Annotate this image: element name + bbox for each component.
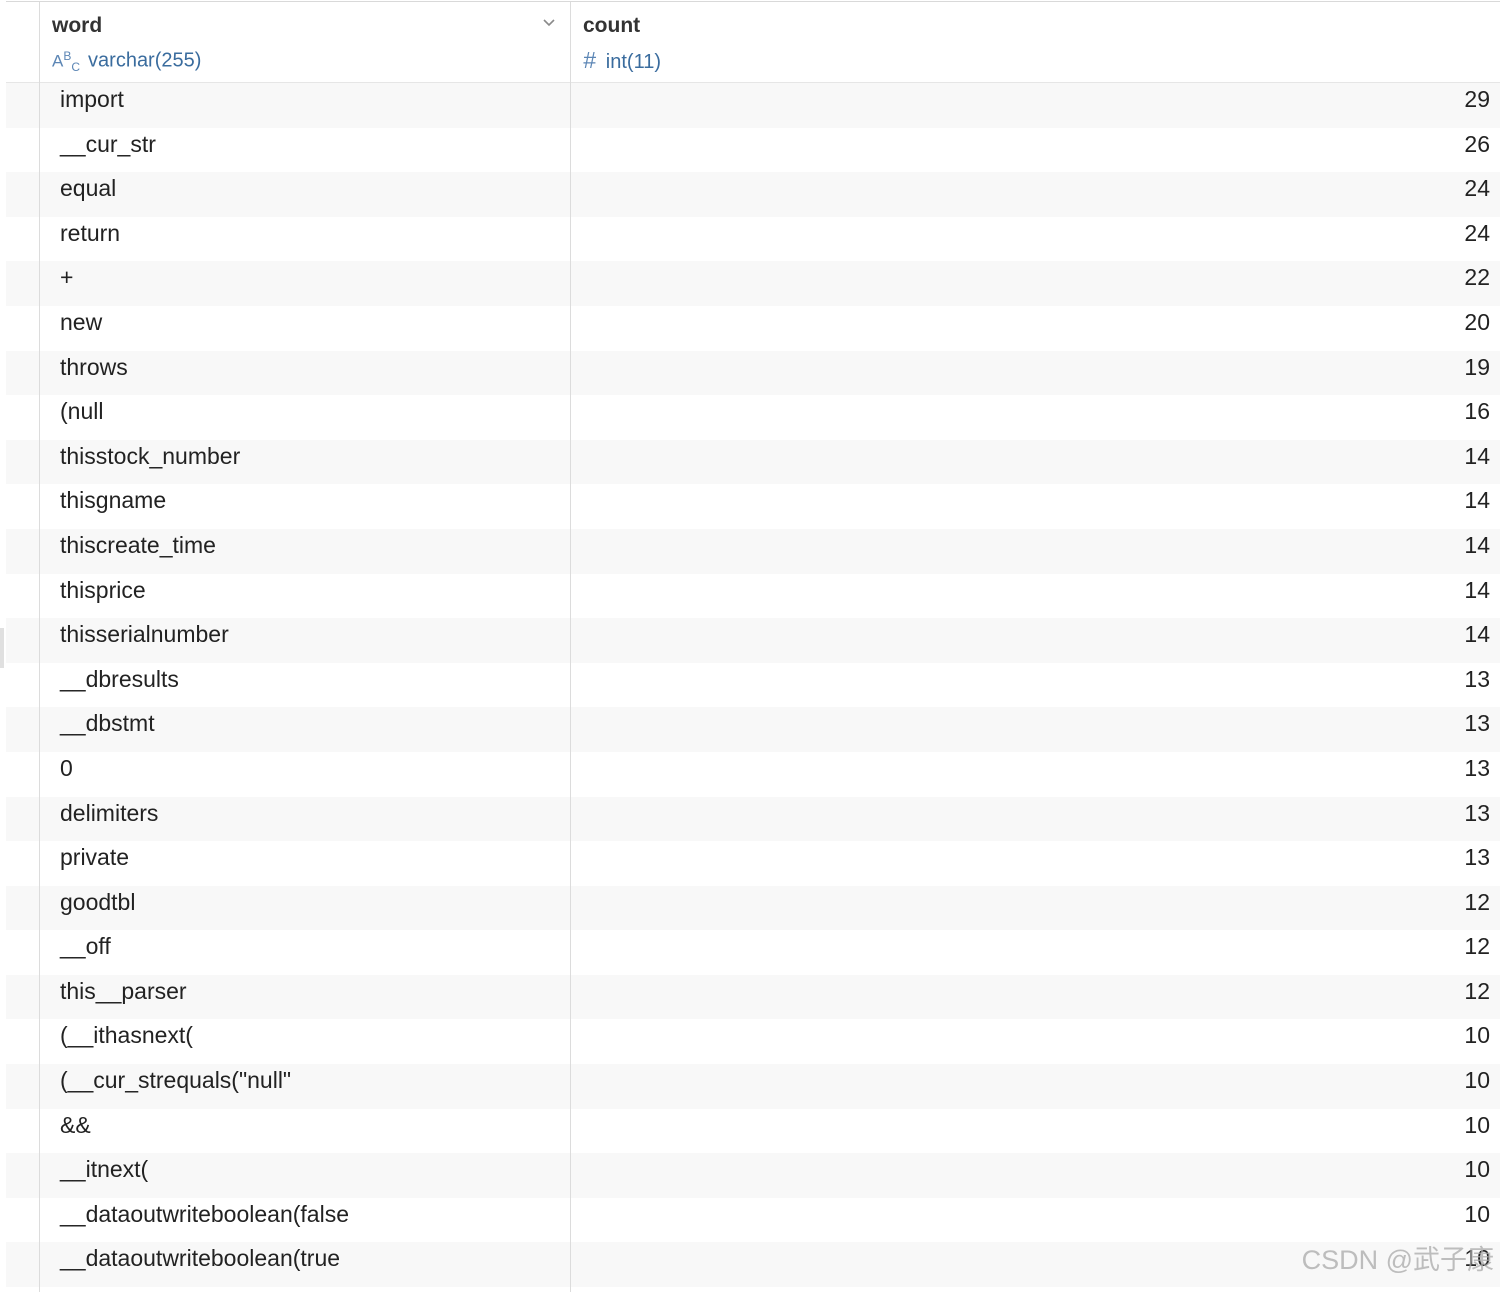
table-row[interactable]: __itnext( 10: [6, 1153, 1500, 1198]
cell-count[interactable]: 10: [1464, 1019, 1490, 1064]
column-divider[interactable]: [570, 2, 571, 1292]
table-row[interactable]: +22: [6, 261, 1500, 306]
column-name-count: count: [583, 14, 641, 37]
table-row[interactable]: __dataoutwriteboolean(true 10: [6, 1242, 1500, 1288]
cell-word[interactable]: (null: [60, 395, 103, 440]
cell-word[interactable]: thisprice: [60, 574, 146, 619]
cell-count[interactable]: 14: [1464, 484, 1490, 529]
result-grid: word ABC varchar(255) count # int(11) impo…: [6, 1, 1500, 1292]
column-name-word: word: [52, 14, 103, 37]
cell-word[interactable]: return: [60, 217, 120, 262]
column-header-count[interactable]: count # int(11): [570, 2, 1500, 82]
column-header-word[interactable]: word ABC varchar(255): [6, 2, 570, 82]
cell-word[interactable]: +: [60, 261, 73, 306]
grid-rows: import 29 __cur_str 26 equal 24 return 24 +22 new…: [6, 83, 1500, 1288]
cell-word[interactable]: (__ithasnext(: [60, 1019, 193, 1064]
cell-count[interactable]: 22: [1464, 261, 1490, 306]
column-type-count: # int(11): [583, 47, 661, 74]
cell-word[interactable]: (__cur_strequals("null": [60, 1064, 291, 1109]
cell-word[interactable]: equal: [60, 172, 116, 217]
table-row[interactable]: (__cur_strequals("null" 10: [6, 1064, 1500, 1109]
table-row[interactable]: __off 12: [6, 930, 1500, 975]
cell-word[interactable]: 0: [60, 752, 73, 797]
table-row[interactable]: private 13: [6, 841, 1500, 886]
table-row[interactable]: thiscreate_time 14: [6, 528, 1500, 574]
cell-count[interactable]: 24: [1464, 217, 1490, 262]
cell-word[interactable]: thisstock_number: [60, 440, 240, 485]
cell-word[interactable]: __off: [60, 930, 111, 975]
table-row[interactable]: import 29: [6, 83, 1500, 128]
table-row[interactable]: __dbstmt 13: [6, 707, 1500, 752]
cell-count[interactable]: 12: [1464, 975, 1490, 1020]
cell-count[interactable]: 26: [1464, 128, 1490, 173]
chevron-down-icon[interactable]: [542, 16, 556, 30]
cell-word[interactable]: this__parser: [60, 975, 187, 1020]
cell-word[interactable]: __dbresults: [60, 663, 179, 708]
cell-count[interactable]: 10: [1464, 1109, 1490, 1154]
cell-count[interactable]: 12: [1464, 930, 1490, 975]
abc-text-icon: ABC: [52, 49, 81, 75]
cell-count[interactable]: 13: [1464, 797, 1490, 842]
table-row[interactable]: this__parser 12: [6, 974, 1500, 1020]
cell-count[interactable]: 29: [1464, 83, 1490, 128]
column-type-word: ABC varchar(255): [52, 49, 201, 74]
table-row[interactable]: thisprice 14: [6, 574, 1500, 619]
table-row[interactable]: delimiters 13: [6, 796, 1500, 842]
cell-count[interactable]: 13: [1464, 707, 1490, 752]
cell-count[interactable]: 14: [1464, 440, 1490, 485]
table-row[interactable]: thisserialnumber 14: [6, 618, 1500, 663]
column-type-count-label: int(11): [605, 51, 662, 73]
cell-count[interactable]: 13: [1464, 841, 1490, 886]
table-row[interactable]: __dbresults 13: [6, 663, 1500, 708]
table-row[interactable]: new 20: [6, 306, 1500, 351]
cell-word[interactable]: delimiters: [60, 797, 158, 842]
table-row[interactable]: throws 19: [6, 350, 1500, 396]
table-row[interactable]: __dataoutwriteboolean(false 10: [6, 1198, 1500, 1243]
row-number-divider: [39, 2, 40, 1292]
cell-word[interactable]: __itnext(: [60, 1153, 148, 1198]
cell-word[interactable]: __dbstmt: [60, 707, 155, 752]
cell-count[interactable]: 16: [1464, 395, 1490, 440]
table-row[interactable]: thisstock_number 14: [6, 439, 1500, 485]
grid-header: word ABC varchar(255) count # int(11): [6, 2, 1500, 83]
cell-count[interactable]: 19: [1464, 351, 1490, 396]
cell-word[interactable]: thisgname: [60, 484, 166, 529]
watermark: CSDN @武子康: [1301, 1245, 1494, 1275]
hash-number-icon: #: [583, 47, 596, 73]
cell-count[interactable]: 10: [1464, 1064, 1490, 1109]
cell-word[interactable]: import: [60, 83, 124, 128]
table-row[interactable]: (null 16: [6, 395, 1500, 440]
table-row[interactable]: equal 24: [6, 172, 1500, 217]
cell-word[interactable]: thiscreate_time: [60, 529, 216, 574]
cell-count[interactable]: 14: [1464, 618, 1490, 663]
cell-count[interactable]: 12: [1464, 886, 1490, 931]
cell-word[interactable]: throws: [60, 351, 128, 396]
table-row[interactable]: 0 13: [6, 752, 1500, 797]
cell-word[interactable]: thisserialnumber: [60, 618, 229, 663]
cell-count[interactable]: 10: [1464, 1198, 1490, 1243]
cell-count[interactable]: 14: [1464, 529, 1490, 574]
cell-word[interactable]: __dataoutwriteboolean(false: [60, 1198, 349, 1243]
table-row[interactable]: (__ithasnext( 10: [6, 1019, 1500, 1064]
table-row[interactable]: && 10: [6, 1109, 1500, 1154]
cell-word[interactable]: new: [60, 306, 102, 351]
column-type-word-label: varchar(255): [88, 49, 202, 72]
cell-word[interactable]: __dataoutwriteboolean(true: [60, 1242, 340, 1287]
cell-count[interactable]: 20: [1464, 306, 1490, 351]
table-row[interactable]: __cur_str 26: [6, 128, 1500, 173]
table-row[interactable]: goodtbl 12: [6, 885, 1500, 931]
cell-count[interactable]: 24: [1464, 172, 1490, 217]
left-scroll-indicator: [0, 628, 4, 668]
cell-word[interactable]: private: [60, 841, 129, 886]
cell-count[interactable]: 13: [1464, 752, 1490, 797]
cell-word[interactable]: goodtbl: [60, 886, 135, 931]
cell-count[interactable]: 14: [1464, 574, 1490, 619]
cell-word[interactable]: &&: [60, 1109, 91, 1154]
cell-count[interactable]: 10: [1464, 1153, 1490, 1198]
table-row[interactable]: thisgname 14: [6, 484, 1500, 529]
cell-count[interactable]: 13: [1464, 663, 1490, 708]
table-row[interactable]: return 24: [6, 217, 1500, 262]
cell-word[interactable]: __cur_str: [60, 128, 156, 173]
